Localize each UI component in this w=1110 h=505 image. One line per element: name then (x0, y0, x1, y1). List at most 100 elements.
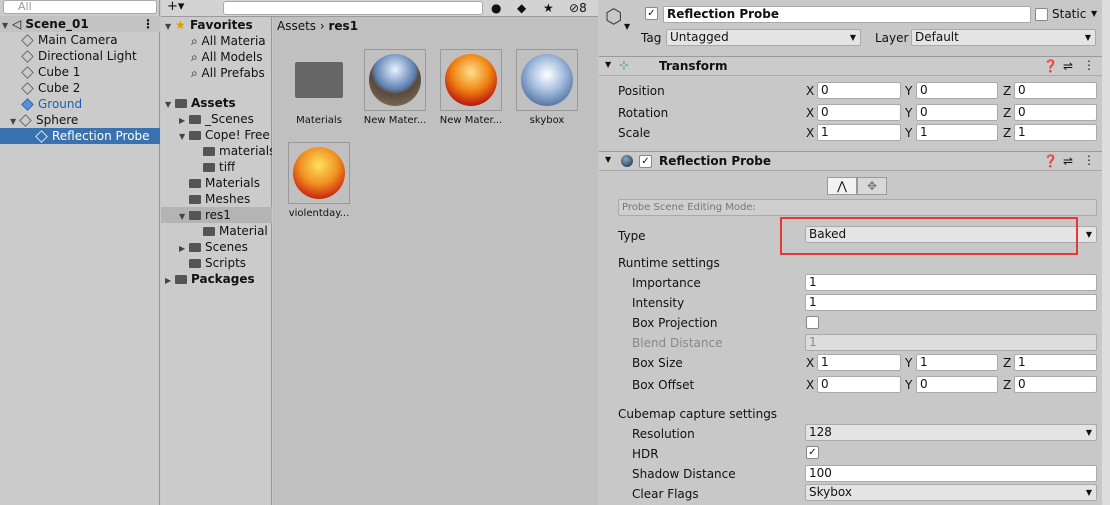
inspector-scrollbar[interactable] (1102, 0, 1110, 505)
hdr-checkbox[interactable]: ✓ (806, 446, 819, 459)
preset-icon[interactable]: ⇌ (1063, 154, 1073, 168)
shadow-distance-field[interactable]: 100 (805, 465, 1097, 482)
folder-item[interactable]: Materials (189, 175, 260, 191)
folder-item[interactable]: Meshes (189, 191, 250, 207)
box-size-z-field[interactable]: 1 (1014, 354, 1097, 371)
layer-dropdown[interactable]: Default ▼ (911, 29, 1096, 46)
intensity-field[interactable]: 1 (805, 294, 1097, 311)
favorites-header[interactable]: ▼ ★ Favorites (165, 17, 253, 33)
asset-tile[interactable]: New Mater... (439, 49, 503, 126)
folder-item-selected[interactable]: ▼ res1 (161, 207, 272, 223)
rotation-y-field[interactable]: 0 (916, 104, 998, 121)
hierarchy-item[interactable]: Main Camera (0, 32, 160, 48)
folder-item[interactable]: ▶ _Scenes (179, 111, 254, 127)
box-size-y-field[interactable]: 1 (916, 354, 998, 371)
component-enabled-checkbox[interactable]: ✓ (639, 155, 652, 168)
asset-tile[interactable]: skybox (515, 49, 579, 126)
hidden-packages-icon[interactable]: ⊘8 (569, 1, 587, 15)
resolution-value: 128 (809, 425, 832, 439)
scale-x-field[interactable]: 1 (817, 124, 901, 141)
asset-tile[interactable]: violentday... (287, 142, 351, 219)
rotation-x-field[interactable]: 0 (817, 104, 901, 121)
collapse-arrow-icon[interactable]: ▼ (605, 155, 611, 164)
context-menu-icon[interactable]: ⋮ (1083, 153, 1095, 167)
hierarchy-item[interactable]: Ground (0, 96, 160, 112)
active-checkbox[interactable]: ✓ (645, 7, 658, 20)
shadow-distance-label: Shadow Distance (632, 467, 736, 481)
clear-flags-dropdown[interactable]: Skybox ▼ (805, 484, 1097, 501)
folder-item[interactable]: tiff (203, 159, 235, 175)
preset-icon[interactable]: ⇌ (1063, 59, 1073, 73)
help-icon[interactable]: ❓ (1043, 59, 1058, 73)
hierarchy-item[interactable]: Cube 2 (0, 80, 160, 96)
hierarchy-item[interactable]: Cube 1 (0, 64, 160, 80)
folder-item[interactable]: Material (203, 223, 272, 239)
folder-item[interactable]: ▼ Cope! Free (179, 127, 272, 143)
position-x-field[interactable]: 0 (817, 82, 901, 99)
transform-header[interactable]: ▼ ⊹ Transform ❓ ⇌ ⋮ (599, 56, 1102, 76)
breadcrumb-item[interactable]: Assets (277, 19, 316, 33)
hierarchy-item-selected[interactable]: Reflection Probe (0, 128, 160, 144)
static-checkbox[interactable] (1035, 8, 1048, 21)
hierarchy-item[interactable]: Directional Light (0, 48, 160, 64)
icon-dropdown-arrow[interactable]: ▼ (624, 22, 630, 31)
folder-label: tiff (219, 160, 236, 174)
resolution-dropdown[interactable]: 128 ▼ (805, 424, 1097, 441)
help-icon[interactable]: ❓ (1043, 154, 1058, 168)
edit-origin-button[interactable]: ✥ (857, 177, 887, 195)
asset-tile[interactable]: Materials (287, 49, 351, 126)
folder-label: Meshes (205, 192, 251, 206)
scale-z-field[interactable]: 1 (1014, 124, 1097, 141)
hierarchy-search-input[interactable]: All (3, 0, 157, 14)
create-button[interactable]: +▾ (167, 0, 184, 14)
layer-label: Layer (875, 31, 909, 45)
label-tag-icon[interactable]: ◆ (517, 1, 526, 15)
edit-bounds-button[interactable]: ⋀ (827, 177, 857, 195)
packages-header[interactable]: ▶ Packages (165, 271, 255, 287)
favorite-item[interactable]: ⌕ All Prefabs (191, 65, 265, 81)
favorite-label: All Models (201, 50, 263, 64)
folder-label: _Scenes (205, 112, 254, 126)
reflection-probe-header[interactable]: ▼ ✓ Reflection Probe ❓ ⇌ ⋮ (599, 151, 1102, 171)
search-icon: ⌕ (191, 34, 202, 48)
material-thumbnail (516, 49, 578, 111)
scene-row[interactable]: ▼ ◁ Scene_01 ⋮ (0, 16, 160, 32)
static-dropdown-arrow[interactable]: ▼ (1091, 9, 1097, 18)
box-size-x-field[interactable]: 1 (817, 354, 901, 371)
favorite-star-icon[interactable]: ★ (543, 1, 554, 15)
box-offset-z-field[interactable]: 0 (1014, 376, 1097, 393)
packages-label: Packages (191, 272, 255, 286)
filter-type-icon[interactable]: ● (491, 1, 501, 15)
folder-icon (203, 147, 215, 156)
folder-icon (203, 227, 215, 236)
scale-y-field[interactable]: 1 (916, 124, 998, 141)
scene-menu-icon[interactable]: ⋮ (142, 16, 154, 32)
collapse-arrow-icon[interactable]: ▼ (605, 60, 611, 69)
folder-icon (203, 163, 215, 172)
hierarchy-item[interactable]: ▼ Sphere (0, 112, 160, 128)
favorite-item[interactable]: ⌕ All Materia (191, 33, 266, 49)
importance-field[interactable]: 1 (805, 274, 1097, 291)
context-menu-icon[interactable]: ⋮ (1083, 58, 1095, 72)
object-name-input[interactable]: Reflection Probe (663, 6, 1031, 23)
hierarchy-item-label: Cube 1 (38, 65, 81, 79)
box-offset-x-field[interactable]: 0 (817, 376, 901, 393)
position-z-field[interactable]: 0 (1014, 82, 1097, 99)
tag-dropdown[interactable]: Untagged ▼ (666, 29, 861, 46)
folder-item[interactable]: ▶ Scenes (179, 239, 248, 255)
favorite-item[interactable]: ⌕ All Models (191, 49, 263, 65)
rotation-z-field[interactable]: 0 (1014, 104, 1097, 121)
breadcrumb-item[interactable]: res1 (329, 19, 359, 33)
layer-value: Default (915, 30, 959, 44)
assets-header[interactable]: ▼ Assets (165, 95, 236, 111)
resolution-label: Resolution (632, 427, 695, 441)
box-projection-checkbox[interactable] (806, 316, 819, 329)
box-offset-y-field[interactable]: 0 (916, 376, 998, 393)
project-folder-tree: ▼ ★ Favorites ⌕ All Materia ⌕ All Models … (161, 17, 272, 505)
rotation-label: Rotation (618, 106, 669, 120)
folder-item[interactable]: Scripts (189, 255, 246, 271)
asset-tile[interactable]: New Mater... (363, 49, 427, 126)
folder-item[interactable]: materials (203, 143, 272, 159)
project-search-input[interactable] (223, 1, 483, 15)
position-y-field[interactable]: 0 (916, 82, 998, 99)
